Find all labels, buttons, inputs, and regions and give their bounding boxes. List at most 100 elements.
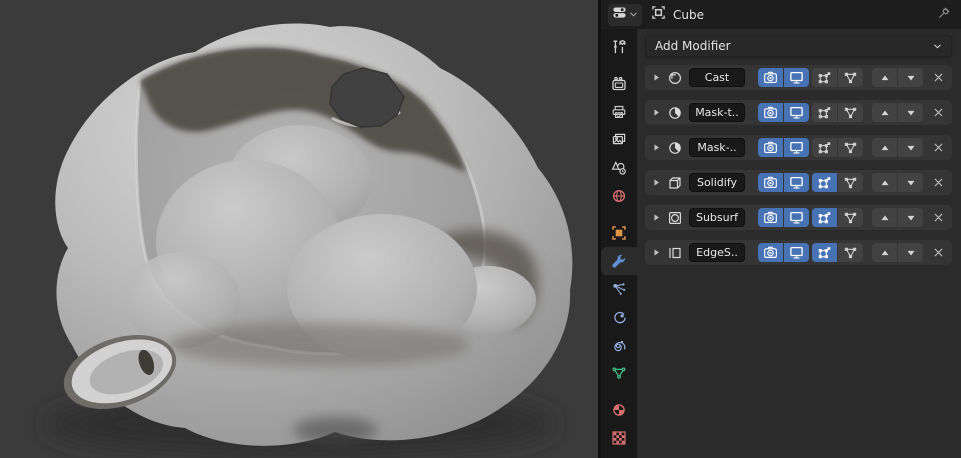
render-icon bbox=[611, 76, 627, 92]
properties-body: Add Modifier bbox=[601, 29, 961, 458]
tab-material[interactable] bbox=[601, 396, 637, 424]
expand-modifier-button[interactable] bbox=[651, 72, 662, 83]
remove-modifier-button[interactable] bbox=[931, 211, 945, 224]
remove-modifier-button[interactable] bbox=[931, 71, 945, 84]
tab-output[interactable] bbox=[601, 98, 637, 126]
on-cage-toggle-button[interactable] bbox=[838, 243, 863, 262]
output-icon bbox=[611, 104, 627, 120]
move-down-button[interactable] bbox=[898, 68, 923, 87]
tab-render[interactable] bbox=[601, 70, 637, 98]
move-down-button[interactable] bbox=[898, 243, 923, 262]
move-down-button[interactable] bbox=[898, 208, 923, 227]
editmode-toggle-button[interactable] bbox=[812, 138, 837, 157]
display-toggle-group bbox=[758, 68, 809, 87]
render-toggle-button[interactable] bbox=[758, 208, 783, 227]
tab-object[interactable] bbox=[601, 219, 637, 247]
modifier-name-field[interactable] bbox=[689, 208, 745, 227]
bottom-crease-shadow bbox=[293, 417, 377, 443]
modifier-name-field[interactable] bbox=[689, 68, 745, 87]
move-down-button[interactable] bbox=[898, 173, 923, 192]
remove-modifier-button[interactable] bbox=[931, 141, 945, 154]
add-modifier-dropdown[interactable]: Add Modifier bbox=[645, 35, 952, 57]
chevron-down-icon bbox=[933, 42, 942, 51]
editmode-toggle-button[interactable] bbox=[812, 208, 837, 227]
mask-modifier-icon bbox=[667, 105, 683, 121]
modifier-name-field[interactable] bbox=[689, 173, 745, 192]
up-arrow-icon bbox=[879, 177, 891, 189]
pin-icon bbox=[937, 5, 951, 24]
move-down-button[interactable] bbox=[898, 138, 923, 157]
tab-physics[interactable] bbox=[601, 303, 637, 331]
editmode-toggle-button[interactable] bbox=[812, 243, 837, 262]
3d-viewport[interactable] bbox=[0, 0, 598, 458]
expand-modifier-button[interactable] bbox=[651, 177, 662, 188]
move-up-button[interactable] bbox=[872, 68, 897, 87]
render-toggle-button[interactable] bbox=[758, 68, 783, 87]
expand-modifier-button[interactable] bbox=[651, 107, 662, 118]
remove-modifier-button[interactable] bbox=[931, 246, 945, 259]
realtime-toggle-button[interactable] bbox=[784, 103, 809, 122]
tab-scene[interactable] bbox=[601, 154, 637, 182]
move-up-button[interactable] bbox=[872, 138, 897, 157]
render-toggle-button[interactable] bbox=[758, 138, 783, 157]
render-toggle-button[interactable] bbox=[758, 173, 783, 192]
remove-modifier-button[interactable] bbox=[931, 176, 945, 189]
on-cage-toggle-button[interactable] bbox=[838, 208, 863, 227]
tab-modifiers[interactable] bbox=[601, 247, 637, 275]
texture-icon bbox=[611, 430, 627, 446]
editmode-toggle-button[interactable] bbox=[812, 173, 837, 192]
properties-tab-strip bbox=[601, 29, 637, 458]
physics-icon bbox=[611, 309, 627, 325]
on-cage-toggle-button[interactable] bbox=[838, 68, 863, 87]
editmode-toggle-button[interactable] bbox=[812, 68, 837, 87]
monitor-icon bbox=[789, 70, 804, 85]
realtime-toggle-button[interactable] bbox=[784, 138, 809, 157]
expand-modifier-button[interactable] bbox=[651, 247, 662, 258]
move-up-button[interactable] bbox=[872, 173, 897, 192]
modifier-name-field[interactable] bbox=[689, 103, 745, 122]
editor-type-dropdown[interactable] bbox=[608, 4, 642, 26]
subsurf-modifier-icon bbox=[667, 210, 683, 226]
move-up-button[interactable] bbox=[872, 103, 897, 122]
properties-editor-icon bbox=[612, 5, 627, 24]
render-toggle-button[interactable] bbox=[758, 243, 783, 262]
editmode-toggle-group bbox=[812, 173, 863, 192]
cage-icon bbox=[843, 175, 858, 190]
modifier-name-field[interactable] bbox=[689, 138, 745, 157]
realtime-toggle-button[interactable] bbox=[784, 243, 809, 262]
realtime-toggle-button[interactable] bbox=[784, 173, 809, 192]
editmode-icon bbox=[817, 245, 832, 260]
editmode-icon bbox=[817, 210, 832, 225]
blender-window: Cube Add Modifier bbox=[0, 0, 961, 458]
breadcrumb-object-name: Cube bbox=[673, 8, 704, 22]
tab-constraints[interactable] bbox=[601, 331, 637, 359]
editmode-toggle-button[interactable] bbox=[812, 103, 837, 122]
on-cage-toggle-button[interactable] bbox=[838, 173, 863, 192]
tab-world[interactable] bbox=[601, 182, 637, 210]
tab-texture[interactable] bbox=[601, 424, 637, 452]
expand-modifier-button[interactable] bbox=[651, 212, 662, 223]
expand-arrow-icon bbox=[651, 142, 662, 153]
tab-particles[interactable] bbox=[601, 275, 637, 303]
move-up-button[interactable] bbox=[872, 243, 897, 262]
expand-modifier-button[interactable] bbox=[651, 142, 662, 153]
move-up-button[interactable] bbox=[872, 208, 897, 227]
modifier-row bbox=[645, 240, 952, 265]
remove-modifier-button[interactable] bbox=[931, 106, 945, 119]
close-icon bbox=[932, 141, 945, 154]
move-down-button[interactable] bbox=[898, 103, 923, 122]
pin-button[interactable] bbox=[937, 5, 951, 24]
realtime-toggle-button[interactable] bbox=[784, 208, 809, 227]
on-cage-toggle-button[interactable] bbox=[838, 103, 863, 122]
expand-arrow-icon bbox=[651, 72, 662, 83]
tab-data[interactable] bbox=[601, 359, 637, 387]
wrench-icon bbox=[611, 253, 627, 269]
cube-object[interactable] bbox=[45, 23, 572, 454]
tab-tool[interactable] bbox=[601, 33, 637, 61]
tab-view-layer[interactable] bbox=[601, 126, 637, 154]
on-cage-toggle-button[interactable] bbox=[838, 138, 863, 157]
cage-icon bbox=[843, 140, 858, 155]
realtime-toggle-button[interactable] bbox=[784, 68, 809, 87]
modifier-name-field[interactable] bbox=[689, 243, 745, 262]
render-toggle-button[interactable] bbox=[758, 103, 783, 122]
